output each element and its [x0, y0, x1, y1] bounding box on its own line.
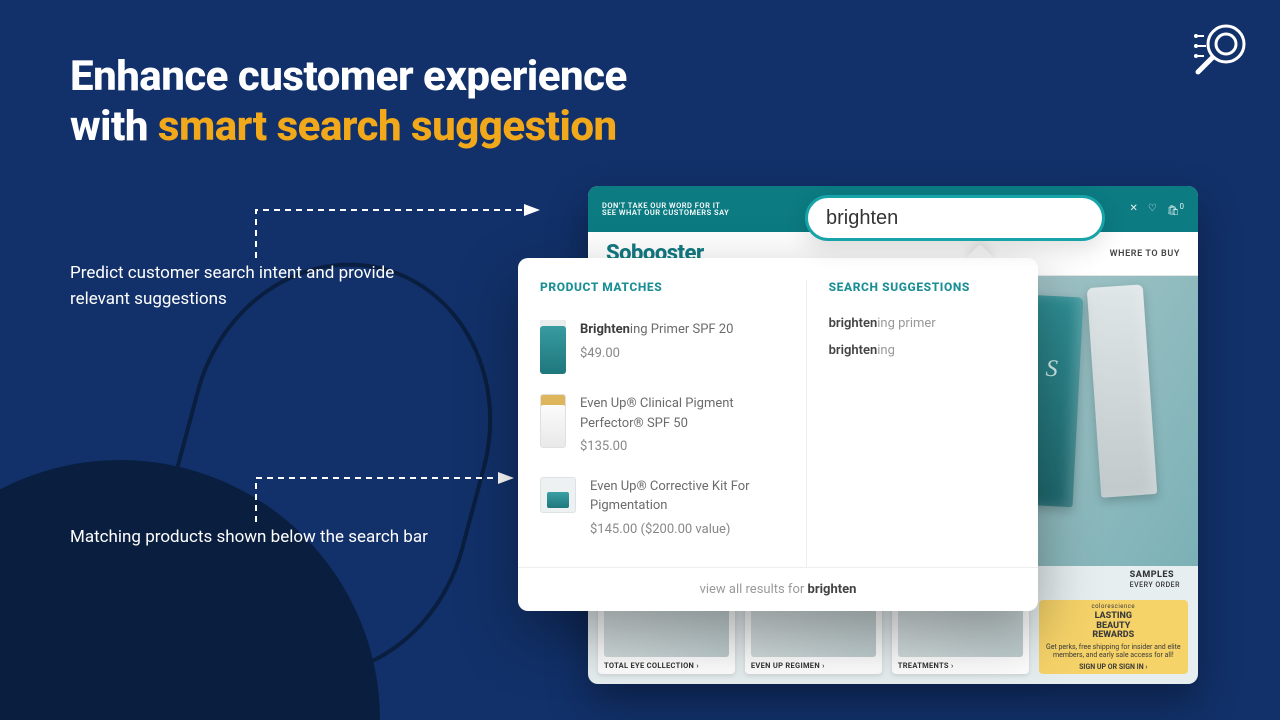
product-price: $145.00 ($200.00 value)	[590, 520, 784, 540]
product-thumb	[540, 320, 566, 374]
product-title: Brightening Primer SPF 20	[580, 320, 733, 340]
card-eye[interactable]: TOTAL EYE COLLECTION ›	[598, 600, 735, 674]
search-input[interactable]	[826, 207, 1091, 230]
headline-line1: Enhance customer experience	[70, 52, 627, 102]
suggestion-item[interactable]: brightening	[829, 337, 1016, 364]
product-title: Even Up® Corrective Kit For Pigmentation	[590, 477, 784, 516]
product-matches-column: PRODUCT MATCHES Brightening Primer SPF 2…	[518, 280, 807, 567]
search-suggestions-column: SEARCH SUGGESTIONS brightening primer br…	[807, 280, 1038, 567]
callout-matches: Matching products shown below the search…	[70, 524, 428, 550]
card-evenup[interactable]: EVEN UP REGIMEN ›	[745, 600, 882, 674]
suggestions-header: SEARCH SUGGESTIONS	[829, 280, 1016, 294]
cart-icon[interactable]: 🛍0	[1167, 202, 1184, 216]
product-price: $49.00	[580, 344, 733, 364]
bottom-row: TOTAL EYE COLLECTION › EVEN UP REGIMEN ›…	[598, 600, 1188, 674]
nav-links: WHERE TO BUY	[1110, 249, 1180, 259]
headline-line2: with smart search suggestion	[70, 102, 627, 152]
heart-icon[interactable]: ♡	[1148, 203, 1157, 214]
search-tech-icon	[1188, 18, 1252, 82]
marketing-slide: Enhance customer experience with smart s…	[0, 0, 1280, 720]
search-dropdown: PRODUCT MATCHES Brightening Primer SPF 2…	[518, 258, 1038, 611]
rewards-promo[interactable]: colorescience LASTING BEAUTY REWARDS Get…	[1039, 600, 1188, 674]
view-all-results[interactable]: view all results for brighten	[518, 567, 1038, 611]
product-thumb	[540, 394, 566, 448]
announce-line2: SEE WHAT OUR CUSTOMERS SAY	[602, 209, 729, 217]
product-result[interactable]: Even Up® Clinical Pigment Perfector® SPF…	[540, 384, 784, 467]
product-price: $135.00	[580, 437, 784, 457]
product-title: Even Up® Clinical Pigment Perfector® SPF…	[580, 394, 784, 433]
product-matches-header: PRODUCT MATCHES	[540, 280, 784, 294]
topbar-actions: ✕ ♡ 🛍0	[1129, 202, 1184, 216]
product-result[interactable]: Brightening Primer SPF 20 $49.00	[540, 310, 784, 384]
close-icon[interactable]: ✕	[1129, 203, 1137, 214]
arrow-to-search	[254, 204, 544, 260]
nav-where-to-buy[interactable]: WHERE TO BUY	[1110, 249, 1180, 259]
headline: Enhance customer experience with smart s…	[70, 52, 627, 153]
samples-label: SAMPLES EVERY ORDER	[1130, 570, 1180, 590]
suggestion-item[interactable]: brightening primer	[829, 310, 1016, 337]
product-thumb	[540, 477, 576, 513]
product-result[interactable]: Even Up® Corrective Kit For Pigmentation…	[540, 467, 784, 550]
callout-predict: Predict customer search intent and provi…	[70, 260, 450, 313]
search-bar[interactable]	[805, 195, 1105, 241]
card-treatments[interactable]: TREATMENTS ›	[892, 600, 1029, 674]
